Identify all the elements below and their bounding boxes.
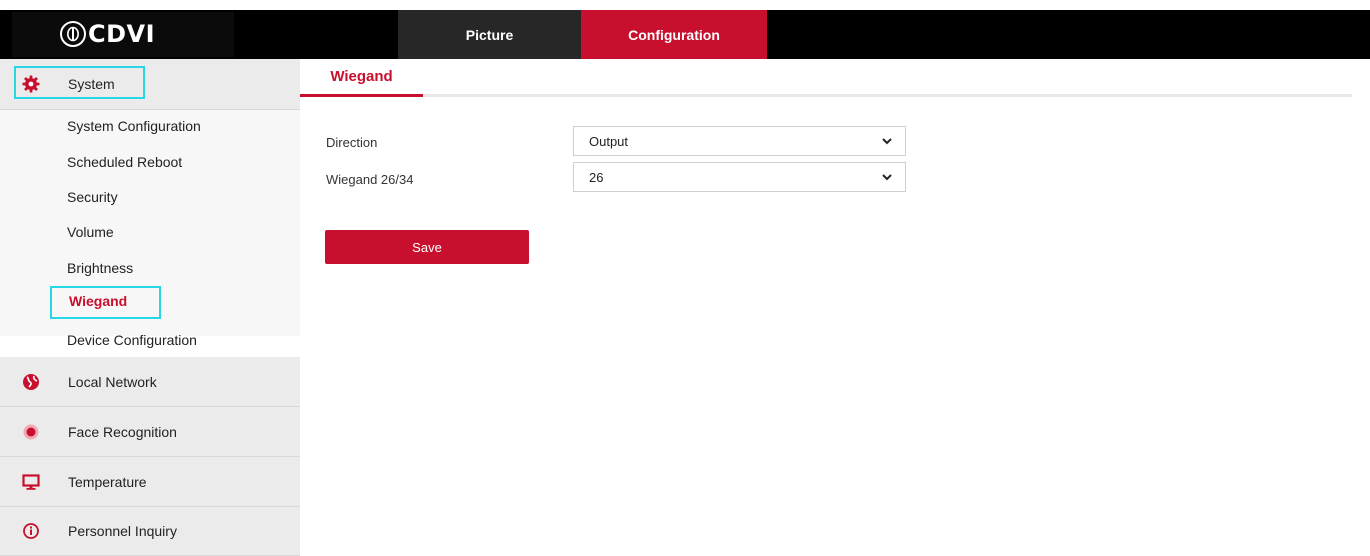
top-navigation-bar: CDVI Picture Configuration [0, 10, 1370, 59]
tab-divider [300, 94, 1352, 97]
tab-picture[interactable]: Picture [398, 10, 581, 59]
sidebar-group-local-network[interactable]: Local Network [0, 357, 300, 407]
sidebar-group-personnel-inquiry[interactable]: Personnel Inquiry [0, 507, 300, 556]
system-highlight-box [14, 66, 145, 99]
wiegand-26-34-value: 26 [589, 169, 604, 185]
direction-label: Direction [326, 135, 378, 150]
wiegand-highlight-box [50, 286, 161, 319]
monitor-icon [22, 473, 40, 491]
cdvi-logo: CDVI [60, 18, 155, 50]
wiegand-26-34-select[interactable]: 26 [573, 162, 906, 192]
logo-area: CDVI [0, 10, 300, 59]
sidebar-item-device-configuration[interactable]: Device Configuration [67, 332, 197, 348]
chevron-down-icon [882, 138, 892, 145]
face-recognition-icon [22, 423, 40, 441]
sidebar-group-label: Face Recognition [68, 423, 177, 440]
save-button[interactable]: Save [325, 230, 529, 264]
direction-value: Output [589, 133, 629, 149]
system-submenu: System Configuration Scheduled Reboot Se… [0, 110, 300, 373]
logo-mark-icon [60, 21, 86, 47]
main-content: Wiegand Direction Output Wiegand 26/34 2… [300, 59, 1370, 556]
sidebar-item-security[interactable]: Security [67, 189, 118, 205]
wiegand-26-34-label: Wiegand 26/34 [326, 172, 414, 187]
chevron-down-icon [882, 174, 892, 181]
tab-configuration[interactable]: Configuration [581, 10, 767, 59]
sidebar-item-volume[interactable]: Volume [67, 224, 114, 240]
info-icon [22, 522, 40, 540]
logo-text: CDVI [88, 20, 156, 48]
sidebar-item-brightness[interactable]: Brightness [67, 260, 133, 276]
sidebar-group-label: Personnel Inquiry [68, 523, 177, 539]
sidebar-group-temperature[interactable]: Temperature [0, 457, 300, 507]
sidebar-item-system-configuration[interactable]: System Configuration [67, 118, 201, 134]
sidebar-group-label: Local Network [68, 373, 157, 390]
sidebar: System System Configuration Scheduled Re… [0, 59, 300, 556]
sidebar-item-scheduled-reboot[interactable]: Scheduled Reboot [67, 154, 182, 170]
sidebar-group-face-recognition[interactable]: Face Recognition [0, 407, 300, 457]
tab-wiegand[interactable]: Wiegand [300, 59, 423, 97]
direction-select[interactable]: Output [573, 126, 906, 156]
sidebar-group-label: Temperature [68, 473, 147, 490]
globe-icon [22, 373, 40, 391]
